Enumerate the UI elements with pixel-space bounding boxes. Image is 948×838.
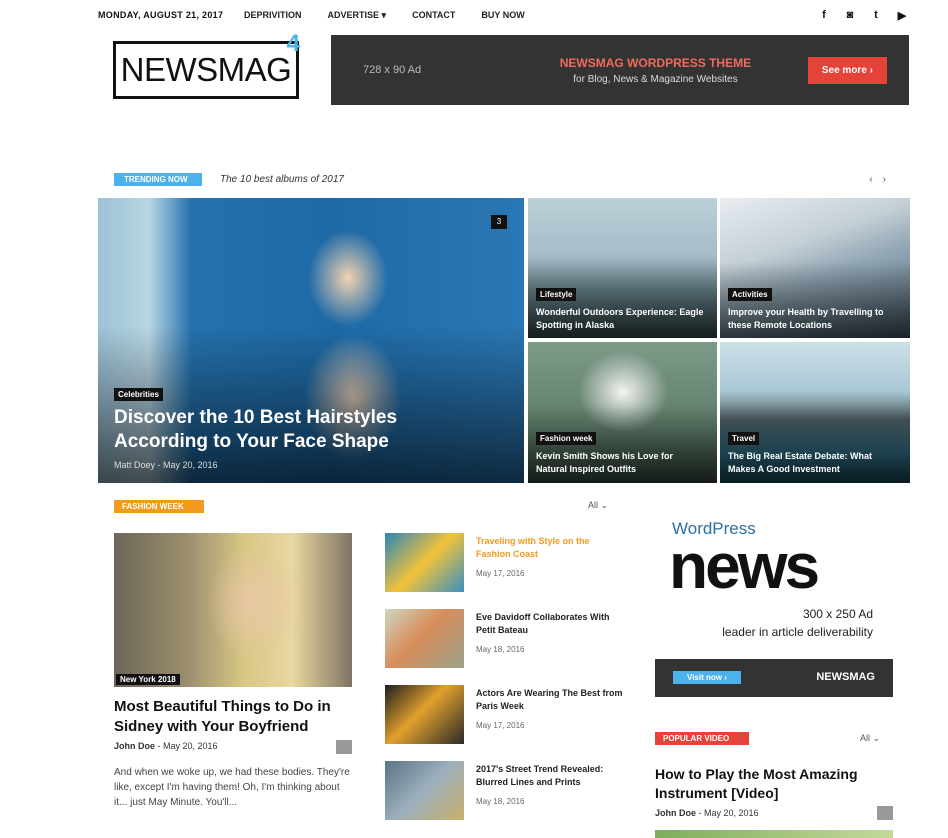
chevron-right-icon[interactable]: › (883, 174, 886, 185)
post-title[interactable]: How to Play the Most Amazing Instrument … (655, 765, 895, 803)
post-title[interactable]: Kevin Smith Shows his Love for Natural I… (536, 450, 706, 476)
post-date: May 20, 2016 (704, 808, 759, 818)
list-item[interactable]: Actors Are Wearing The Best from Paris W… (385, 685, 625, 761)
site-logo[interactable]: NEWSMAG 4 (113, 30, 300, 99)
post-title[interactable]: Eve Davidoff Collaborates With Petit Bat… (476, 611, 624, 637)
top-menu-item-buy-now[interactable]: BUY NOW (481, 10, 524, 21)
featured-post-4[interactable]: Travel The Big Real Estate Debate: What … (720, 342, 910, 483)
post-date: May 17, 2016 (476, 569, 525, 578)
category-tag[interactable]: Lifestyle (536, 288, 577, 301)
post-title[interactable]: Improve your Health by Travelling to the… (728, 306, 898, 332)
post-title[interactable]: Most Beautiful Things to Do in Sidney wi… (114, 697, 354, 737)
featured-post-1[interactable]: Lifestyle Wonderful Outdoors Experience:… (528, 198, 717, 338)
trending-headline[interactable]: The 10 best albums of 2017 (220, 174, 344, 185)
comment-count-badge: 3 (491, 215, 507, 229)
list-item[interactable]: Traveling with Style on the Fashion Coas… (385, 533, 625, 609)
top-menu: DEPRIVITION ADVERTISE ▾ CONTACT BUY NOW (244, 10, 525, 21)
filter-dropdown[interactable]: All ⌄ (860, 733, 880, 744)
video-thumbnail[interactable] (655, 830, 893, 838)
post-title[interactable]: The Big Real Estate Debate: What Makes A… (728, 450, 898, 476)
top-menu-item-demo[interactable]: DEPRIVITION (244, 10, 302, 21)
filter-dropdown[interactable]: All ⌄ (588, 500, 608, 511)
post-thumbnail[interactable] (385, 685, 464, 744)
facebook-icon[interactable]: f (818, 9, 830, 22)
logo-superscript: 4 (286, 30, 300, 57)
category-tag[interactable]: Celebrities (114, 388, 163, 401)
trending-badge: TRENDING NOW (114, 172, 202, 186)
post-thumbnail[interactable] (385, 533, 464, 592)
post-date: May 18, 2016 (476, 797, 525, 806)
ad-headline: NEWSMAG WORDPRESS THEME (559, 55, 752, 70)
category-tag[interactable]: Activities (728, 288, 772, 301)
category-tag[interactable]: Fashion week (536, 432, 597, 445)
comment-icon[interactable] (336, 740, 352, 754)
trending-bar: TRENDING NOW The 10 best albums of 2017 … (114, 172, 910, 186)
current-date: MONDAY, AUGUST 21, 2017 (98, 10, 224, 20)
instagram-icon[interactable]: ◙ (844, 9, 856, 22)
post-author[interactable]: Matt Doey (114, 460, 155, 470)
section-badge-popular-video: POPULAR VIDEO (655, 732, 749, 745)
post-excerpt: And when we woke up, we had these bodies… (114, 767, 350, 808)
post-title[interactable]: Wonderful Outdoors Experience: Eagle Spo… (536, 306, 706, 332)
post-meta: Matt Doey - May 20, 2016 (114, 460, 218, 470)
list-item[interactable]: Eve Davidoff Collaborates With Petit Bat… (385, 609, 625, 685)
post-title[interactable]: Actors Are Wearing The Best from Paris W… (476, 687, 624, 713)
top-bar: MONDAY, AUGUST 21, 2017 DEPRIVITION ADVE… (98, 6, 908, 24)
category-tag[interactable]: New York 2018 (116, 674, 180, 685)
visit-now-button[interactable]: Visit now › (673, 671, 741, 684)
category-tag[interactable]: Travel (728, 432, 760, 445)
ad-subline: for Blog, News & Magazine Websites (573, 73, 738, 85)
top-menu-item-advertise[interactable]: ADVERTISE ▾ (328, 10, 387, 21)
chevron-down-icon: ▾ (381, 9, 387, 20)
post-title[interactable]: Traveling with Style on the Fashion Coas… (476, 535, 624, 561)
featured-post-2[interactable]: Activities Improve your Health by Travel… (720, 198, 910, 338)
post-thumbnail[interactable] (385, 761, 464, 820)
see-more-button[interactable]: See more › (807, 56, 887, 84)
featured-post-3[interactable]: Fashion week Kevin Smith Shows his Love … (528, 342, 717, 483)
section-badge-fashion-week: FASHION WEEK (114, 500, 204, 513)
ad-footer-bar: Visit now › NEWSMAG (655, 659, 893, 697)
youtube-icon[interactable]: ▶ (896, 9, 908, 22)
post-author[interactable]: John Doe (655, 808, 696, 818)
sidebar-ad[interactable]: WordPress news 300 x 250 Ad leader in ar… (655, 505, 893, 697)
ad-size-label: 300 x 250 Ad (802, 607, 873, 621)
ad-size-label: 728 x 90 Ad (363, 64, 422, 76)
fashion-post-list: Traveling with Style on the Fashion Coas… (385, 533, 625, 837)
post-meta: John Doe - May 20, 2016 (655, 808, 759, 818)
top-menu-item-contact[interactable]: CONTACT (412, 10, 455, 21)
post-date: May 20, 2016 (163, 460, 218, 470)
ad-name: NEWSMAG (816, 671, 875, 683)
social-icons: f ◙ t ▶ (818, 9, 908, 22)
logo-word: NEWSMAG (120, 51, 292, 88)
post-title[interactable]: Discover the 10 Best Hairstyles Accordin… (114, 406, 444, 454)
list-item[interactable]: 2017's Street Trend Revealed: Blurred Li… (385, 761, 625, 837)
post-thumbnail[interactable] (385, 609, 464, 668)
post-date: May 20, 2016 (163, 741, 218, 751)
trending-nav: ‹ › (869, 174, 910, 185)
featured-main-post[interactable]: 3 Celebrities Discover the 10 Best Hairs… (98, 198, 524, 483)
header-ad-banner[interactable]: 728 x 90 Ad NEWSMAG WORDPRESS THEME for … (331, 35, 909, 105)
post-meta: John Doe - May 20, 2016 (114, 741, 218, 751)
post-date: May 18, 2016 (476, 645, 525, 654)
post-date: May 17, 2016 (476, 721, 525, 730)
ad-text: NEWSMAG WORDPRESS THEME for Blog, News &… (503, 56, 808, 85)
ad-lead: leader in article deliverability (722, 625, 873, 639)
fashion-main-image[interactable]: New York 2018 (114, 533, 352, 687)
comment-icon[interactable] (877, 806, 893, 820)
post-author[interactable]: John Doe (114, 741, 155, 751)
chevron-left-icon[interactable]: ‹ (869, 174, 872, 185)
twitter-icon[interactable]: t (870, 9, 882, 22)
ad-word: news (669, 530, 820, 602)
post-title[interactable]: 2017's Street Trend Revealed: Blurred Li… (476, 763, 624, 789)
